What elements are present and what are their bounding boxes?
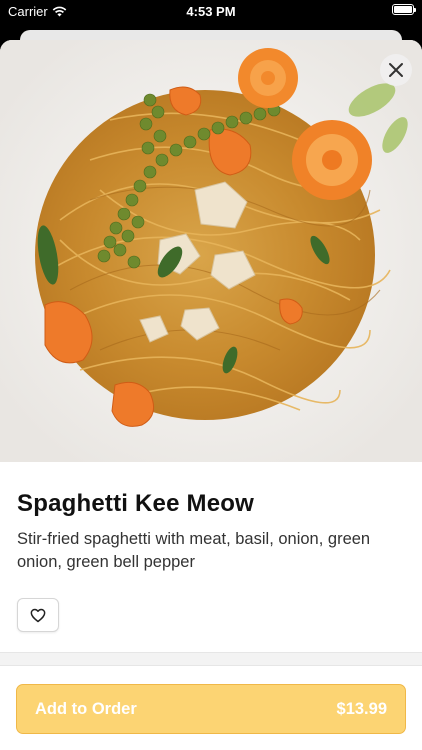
item-price: $13.99 <box>336 699 387 718</box>
battery-icon <box>392 4 416 15</box>
item-details: Spaghetti Kee Meow Stir-fried spaghetti … <box>0 462 422 632</box>
heart-icon <box>30 608 46 622</box>
item-title: Spaghetti Kee Meow <box>17 490 254 517</box>
clock: 4:53 PM <box>186 4 236 19</box>
add-to-order-label: Add to Order <box>35 699 137 718</box>
add-to-order-button[interactable]: Add to Order $13.99 <box>16 684 406 734</box>
favorite-button[interactable] <box>17 598 59 632</box>
close-icon <box>389 63 403 77</box>
food-photo-illustration <box>0 40 422 462</box>
item-description: Stir-fried spaghetti with meat, basil, o… <box>17 530 371 571</box>
section-divider <box>0 652 422 666</box>
item-detail-sheet: Spaghetti Kee Meow Stir-fried spaghetti … <box>0 40 422 750</box>
food-photo <box>0 40 422 462</box>
status-bar: Carrier 4:53 PM <box>0 0 422 22</box>
close-button[interactable] <box>380 54 412 86</box>
